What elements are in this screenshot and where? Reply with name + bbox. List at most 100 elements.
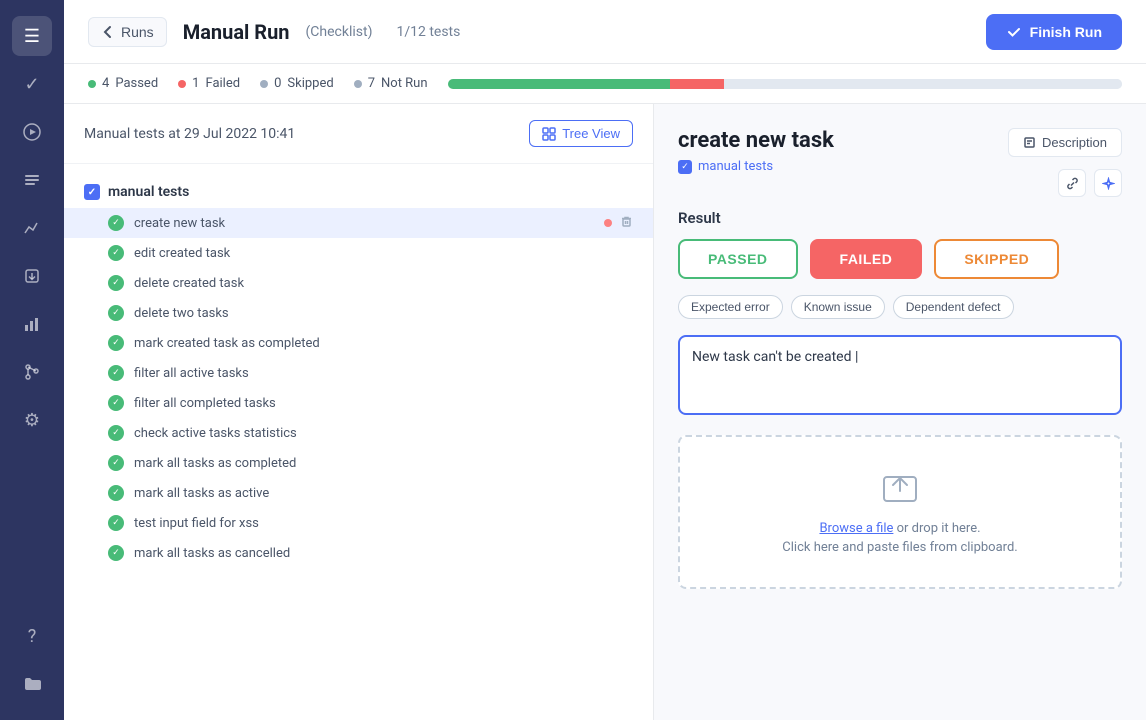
skipped-count: 0 [274, 76, 281, 91]
notrun-count: 7 [368, 76, 375, 91]
tag-row: Expected error Known issue Dependent defec… [678, 295, 1122, 319]
test-delete-button[interactable] [620, 485, 633, 501]
test-item[interactable]: ✓ create new task [64, 208, 653, 238]
test-status-dot[interactable] [604, 339, 612, 347]
branch-icon[interactable] [12, 352, 52, 392]
test-group: ✓ manual tests [64, 176, 653, 208]
passed-button[interactable]: PASSED [678, 239, 798, 279]
left-panel: Manual tests at 29 Jul 2022 10:41 Tree V… [64, 104, 654, 720]
test-status-dot[interactable] [604, 429, 612, 437]
test-check-icon: ✓ [108, 335, 124, 351]
upload-drop-text: or drop it here. [897, 521, 981, 536]
list-check-icon[interactable] [12, 160, 52, 200]
test-status-dot[interactable] [604, 399, 612, 407]
back-button[interactable]: Runs [88, 17, 167, 47]
test-name: mark all tasks as cancelled [134, 546, 604, 561]
description-button[interactable]: Description [1008, 128, 1122, 157]
comment-input[interactable]: New task can't be created | [678, 335, 1122, 415]
test-status-dot[interactable] [604, 309, 612, 317]
test-delete-button[interactable] [620, 395, 633, 411]
test-delete-button[interactable] [620, 425, 633, 441]
import-icon[interactable] [12, 256, 52, 296]
test-check-icon: ✓ [108, 215, 124, 231]
test-delete-button[interactable] [620, 455, 633, 471]
progress-passed [448, 79, 671, 89]
progress-failed [670, 79, 724, 89]
test-check-icon: ✓ [108, 395, 124, 411]
stat-failed: 1 Failed [178, 76, 240, 91]
upload-area[interactable]: Browse a file or drop it here. Click her… [678, 435, 1122, 589]
browse-link[interactable]: Browse a file [819, 521, 893, 536]
suite-checkbox: ✓ [678, 160, 692, 174]
upload-text: Browse a file or drop it here. [700, 521, 1100, 536]
test-delete-button[interactable] [620, 275, 633, 291]
test-name: edit created task [134, 246, 604, 261]
stat-skipped: 0 Skipped [260, 76, 334, 91]
test-item[interactable]: ✓ mark all tasks as completed [64, 448, 653, 478]
task-suite: ✓ manual tests [678, 159, 834, 174]
tag-button[interactable]: Expected error [678, 295, 783, 319]
skipped-button[interactable]: SKIPPED [934, 239, 1059, 279]
test-status-dot[interactable] [604, 249, 612, 257]
magic-button[interactable] [1094, 169, 1122, 197]
result-label: Result [678, 209, 1122, 227]
test-check-icon: ✓ [108, 425, 124, 441]
test-name: create new task [134, 216, 604, 231]
tag-button[interactable]: Dependent defect [893, 295, 1014, 319]
test-item[interactable]: ✓ mark created task as completed [64, 328, 653, 358]
test-item[interactable]: ✓ check active tasks statistics [64, 418, 653, 448]
test-check-icon: ✓ [108, 305, 124, 321]
link-button[interactable] [1058, 169, 1086, 197]
tag-button[interactable]: Known issue [791, 295, 885, 319]
test-status-dot[interactable] [604, 369, 612, 377]
bar-chart-icon[interactable] [12, 304, 52, 344]
test-item[interactable]: ✓ delete created task [64, 268, 653, 298]
test-delete-button[interactable] [620, 215, 633, 231]
help-icon[interactable]: ? [12, 616, 52, 656]
test-status-dot[interactable] [604, 519, 612, 527]
test-item[interactable]: ✓ edit created task [64, 238, 653, 268]
test-item[interactable]: ✓ filter all active tasks [64, 358, 653, 388]
content-area: Manual tests at 29 Jul 2022 10:41 Tree V… [64, 104, 1146, 720]
chart-icon[interactable] [12, 208, 52, 248]
test-status-dot[interactable] [604, 549, 612, 557]
upload-icon [700, 469, 1100, 513]
test-delete-button[interactable] [620, 335, 633, 351]
test-item[interactable]: ✓ mark all tasks as active [64, 478, 653, 508]
progress-notrun [724, 79, 1122, 89]
sidebar: ☰ ✓ ⚙ ? [0, 0, 64, 720]
finish-run-button[interactable]: Finish Run [986, 14, 1122, 50]
settings-icon[interactable]: ⚙ [12, 400, 52, 440]
test-check-icon: ✓ [108, 545, 124, 561]
test-check-icon: ✓ [108, 485, 124, 501]
test-item[interactable]: ✓ filter all completed tasks [64, 388, 653, 418]
test-status-dot[interactable] [604, 459, 612, 467]
link-icons [1058, 169, 1122, 197]
test-name: delete two tasks [134, 306, 604, 321]
tree-view-button[interactable]: Tree View [529, 120, 633, 147]
check-icon[interactable]: ✓ [12, 64, 52, 104]
test-delete-button[interactable] [620, 365, 633, 381]
test-item[interactable]: ✓ test input field for xss [64, 508, 653, 538]
test-status-dot[interactable] [604, 279, 612, 287]
test-name: delete created task [134, 276, 604, 291]
sidebar-bottom: ? [12, 616, 52, 704]
stat-passed: 4 Passed [88, 76, 158, 91]
test-delete-button[interactable] [620, 245, 633, 261]
test-item[interactable]: ✓ mark all tasks as cancelled [64, 538, 653, 568]
play-icon[interactable] [12, 112, 52, 152]
result-buttons: PASSED FAILED SKIPPED [678, 239, 1122, 279]
test-status-dot[interactable] [604, 219, 612, 227]
menu-icon[interactable]: ☰ [12, 16, 52, 56]
panel-header: Manual tests at 29 Jul 2022 10:41 Tree V… [64, 104, 653, 164]
back-label: Runs [121, 24, 154, 40]
folder-icon[interactable] [12, 664, 52, 704]
test-delete-button[interactable] [620, 305, 633, 321]
test-count: 1/12 tests [396, 24, 460, 40]
test-status-dot[interactable] [604, 489, 612, 497]
suite-name: manual tests [698, 159, 773, 174]
test-delete-button[interactable] [620, 545, 633, 561]
test-item[interactable]: ✓ delete two tasks [64, 298, 653, 328]
failed-button[interactable]: FAILED [810, 239, 923, 279]
test-delete-button[interactable] [620, 515, 633, 531]
